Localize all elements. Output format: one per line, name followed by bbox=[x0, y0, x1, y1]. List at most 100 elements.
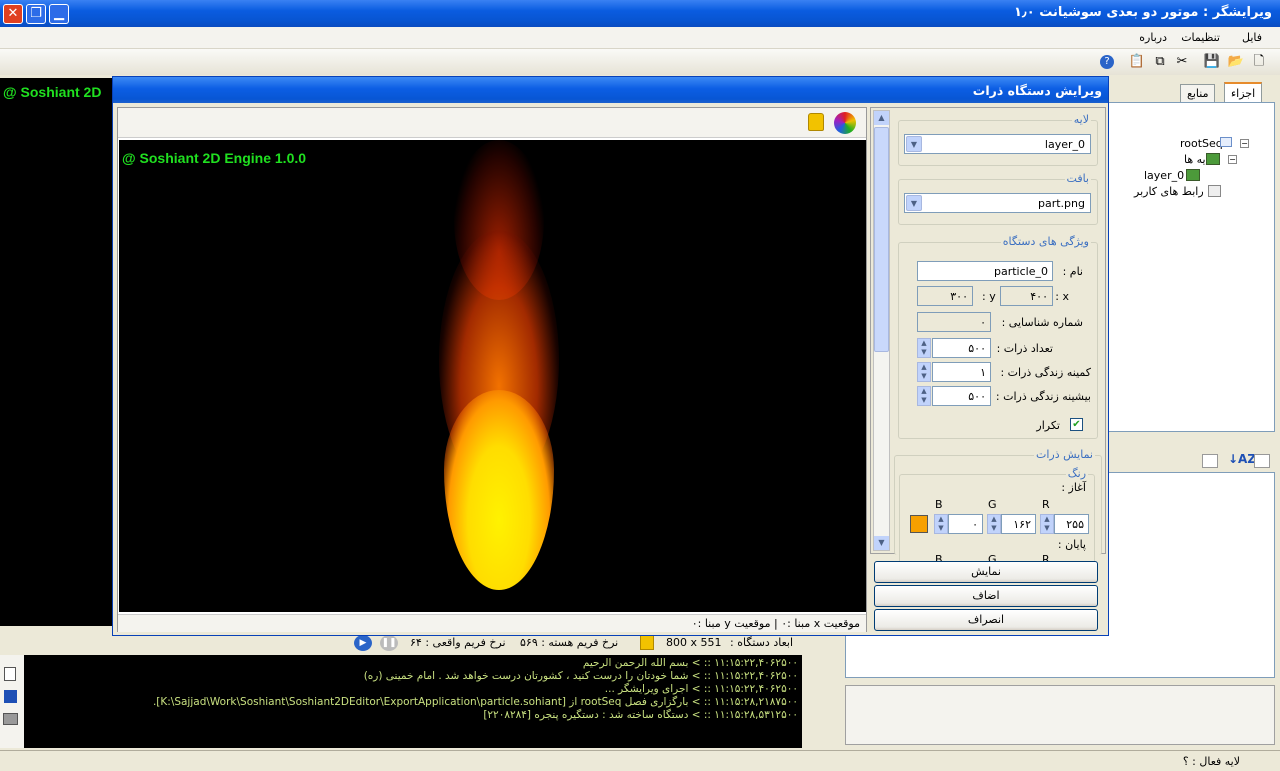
show-button[interactable]: نمایش bbox=[874, 561, 1098, 583]
cancel-button[interactable]: انصراف bbox=[874, 609, 1098, 631]
log-line: ۱۱:۱۵:۲۲,۴۰۶۲۵۰۰ :: > بسم الله الرحمن ال… bbox=[582, 657, 798, 669]
pause-icon[interactable]: ❚❚ bbox=[380, 635, 398, 651]
count-label: تعداد ذرات : bbox=[996, 342, 1053, 355]
name-label: نام : bbox=[1062, 265, 1083, 278]
core-fps-value: ۵۶۹ bbox=[520, 636, 538, 649]
cut-icon[interactable]: ✂ bbox=[1173, 53, 1191, 71]
paste-icon[interactable]: 📋 bbox=[1128, 53, 1146, 71]
particle-canvas[interactable]: @ Soshiant 2D Engine 1.0.0 bbox=[119, 140, 866, 612]
toolbar: 🗋 📂 💾 ✂ ⧉ 📋 ? bbox=[0, 49, 1280, 75]
layer-combo[interactable]: ▼ layer_0 bbox=[904, 134, 1091, 154]
g-field[interactable]: ۱۶۲ bbox=[1001, 514, 1036, 534]
scroll-up-icon[interactable]: ▲ bbox=[874, 111, 889, 125]
new-file-icon[interactable]: 🗋 bbox=[1250, 53, 1268, 71]
tree-root[interactable]: rootSeq bbox=[1180, 137, 1223, 150]
log-line: ۱۱:۱۵:۲۲,۴۰۶۲۵۰۰ :: > شما خودتان را درست… bbox=[363, 670, 798, 682]
console-toolbar bbox=[0, 655, 24, 748]
core-fps-label: نرخ فریم هسته : bbox=[541, 636, 619, 649]
minimize-icon[interactable]: ▁ bbox=[49, 4, 69, 24]
save-log-icon[interactable] bbox=[4, 690, 17, 703]
menu-bar: فایل تنظیمات درباره bbox=[0, 27, 1280, 49]
restore-icon[interactable]: ❐ bbox=[26, 4, 46, 24]
sort-az-icon[interactable]: ↓AZ bbox=[1228, 452, 1256, 466]
menu-settings[interactable]: تنظیمات bbox=[1181, 31, 1220, 44]
engine-banner: @ Soshiant 2D Engine 1.0.0 bbox=[122, 150, 307, 166]
b-stepper[interactable]: ▲ ▼ bbox=[934, 514, 948, 534]
save-icon[interactable]: 💾 bbox=[1203, 53, 1221, 71]
chevron-down-icon[interactable]: ▼ bbox=[906, 136, 922, 152]
display-group: نمایش ذرات رنگ آغاز : R G B ▲ ▼ ۰ ▲ ▼ ۱۶۲ … bbox=[894, 448, 1102, 566]
minlife-field[interactable]: ۱ bbox=[932, 362, 991, 382]
minlife-stepper[interactable]: ▲ ▼ bbox=[917, 362, 931, 382]
scroll-thumb[interactable] bbox=[874, 127, 889, 352]
close-icon[interactable]: ✕ bbox=[3, 4, 23, 24]
end-label: پایان : bbox=[1057, 538, 1086, 551]
play-icon[interactable]: ▶ bbox=[354, 635, 372, 651]
new-log-icon[interactable] bbox=[4, 667, 16, 681]
r-field[interactable]: ۲۵۵ bbox=[1054, 514, 1089, 534]
b-label: B bbox=[935, 498, 943, 511]
add-button[interactable]: اضاف bbox=[874, 585, 1098, 607]
device-props-label: ویژگی های دستگاه bbox=[1000, 235, 1091, 248]
real-fps-label: نرخ فریم واقعی : bbox=[425, 636, 506, 649]
display-group-label: نمایش ذرات bbox=[1034, 448, 1095, 461]
device-size-value: 800 x 551 bbox=[666, 636, 722, 649]
log-line: ۱۱:۱۵:۲۸,۲۱۸۷۵۰۰ :: > بارگزاری فصل rootS… bbox=[152, 696, 798, 708]
scroll-down-icon[interactable]: ▼ bbox=[874, 536, 889, 550]
property-description bbox=[845, 685, 1275, 745]
tree-layer0[interactable]: layer_0 bbox=[1144, 169, 1184, 182]
repeat-label: تکرار bbox=[1036, 419, 1060, 432]
engine-status-strip: ▶ ❚❚ نرخ فریم واقعی : ۶۴ نرخ فریم هسته :… bbox=[0, 633, 802, 653]
tab-components[interactable]: اجزاء bbox=[1224, 82, 1263, 102]
log-line: ۱۱:۱۵:۲۲,۴۰۶۲۵۰۰ :: > اجرای ویرایشگر ... bbox=[604, 683, 798, 695]
preview-status: موقعیت x مبنا :۰ | موقعیت y مبنا :۰ bbox=[118, 614, 866, 632]
layer-group-label: لایه bbox=[1071, 113, 1091, 126]
scrollbar[interactable]: ▲ ▼ bbox=[873, 110, 890, 551]
tab-resources[interactable]: منابع bbox=[1180, 84, 1216, 102]
menu-file[interactable]: فایل bbox=[1242, 31, 1262, 44]
color-group-label: رنگ bbox=[1065, 467, 1088, 480]
log-console[interactable]: ۱۱:۱۵:۲۲,۴۰۶۲۵۰۰ :: > بسم الله الرحمن ال… bbox=[24, 655, 802, 748]
y-label: y : bbox=[982, 290, 996, 303]
print-icon[interactable] bbox=[3, 713, 18, 725]
preview-pane: @ Soshiant 2D Engine 1.0.0 موقعیت x مبنا… bbox=[117, 107, 867, 632]
name-field[interactable]: particle_0 bbox=[917, 261, 1053, 281]
layer-group: لایه ▼ layer_0 bbox=[898, 113, 1098, 166]
color-group: رنگ آغاز : R G B ▲ ▼ ۰ ▲ ▼ ۱۶۲ ▲ ▼ ۲۵۵ پایا… bbox=[899, 467, 1095, 566]
maxlife-field[interactable]: ۵۰۰ bbox=[932, 386, 991, 406]
real-fps-value: ۶۴ bbox=[410, 636, 422, 649]
engine-banner: @ Soshiant 2D bbox=[3, 84, 102, 100]
dialog-title: ویرایش دستگاه ذرات bbox=[972, 83, 1102, 98]
count-stepper[interactable]: ▲ ▼ bbox=[917, 338, 931, 358]
color-wheel-icon[interactable] bbox=[834, 112, 856, 134]
sequence-icon bbox=[1220, 137, 1232, 147]
device-props-group: ویژگی های دستگاه particle_0 نام : ۴۰۰ x … bbox=[898, 235, 1098, 439]
categorized-icon[interactable] bbox=[1202, 454, 1218, 468]
g-stepper[interactable]: ▲ ▼ bbox=[987, 514, 1001, 534]
copy-icon[interactable]: ⧉ bbox=[1151, 53, 1169, 71]
repeat-checkbox[interactable]: ✔ bbox=[1070, 418, 1083, 431]
tree-ui[interactable]: رابط های کاربر bbox=[1134, 185, 1204, 198]
menu-about[interactable]: درباره bbox=[1139, 31, 1167, 44]
layers-icon bbox=[1206, 153, 1220, 165]
chevron-down-icon[interactable]: ▼ bbox=[906, 195, 922, 211]
count-field[interactable]: ۵۰۰ bbox=[932, 338, 991, 358]
g-label: G bbox=[988, 498, 997, 511]
particle-editor-dialog: ویرایش دستگاه ذرات @ Soshiant 2D Engine … bbox=[112, 76, 1109, 636]
b-field[interactable]: ۰ bbox=[948, 514, 983, 534]
texture-combo-value: part.png bbox=[1038, 197, 1085, 210]
property-pages-icon[interactable] bbox=[1254, 454, 1270, 468]
lock-icon[interactable] bbox=[640, 634, 654, 650]
collapse-icon[interactable]: − bbox=[1240, 139, 1249, 148]
maxlife-stepper[interactable]: ▲ ▼ bbox=[917, 386, 931, 406]
engine-view[interactable]: @ Soshiant 2D bbox=[0, 78, 112, 626]
texture-group: بافت ▼ part.png bbox=[898, 172, 1098, 225]
y-field: ۳۰۰ bbox=[917, 286, 973, 306]
texture-combo[interactable]: ▼ part.png bbox=[904, 193, 1091, 213]
open-folder-icon[interactable]: 📂 bbox=[1227, 53, 1245, 71]
r-stepper[interactable]: ▲ ▼ bbox=[1040, 514, 1054, 534]
start-color-swatch[interactable] bbox=[910, 515, 928, 533]
help-icon[interactable]: ? bbox=[1100, 55, 1114, 69]
lock-icon[interactable] bbox=[808, 113, 824, 131]
collapse-icon[interactable]: − bbox=[1228, 155, 1237, 164]
